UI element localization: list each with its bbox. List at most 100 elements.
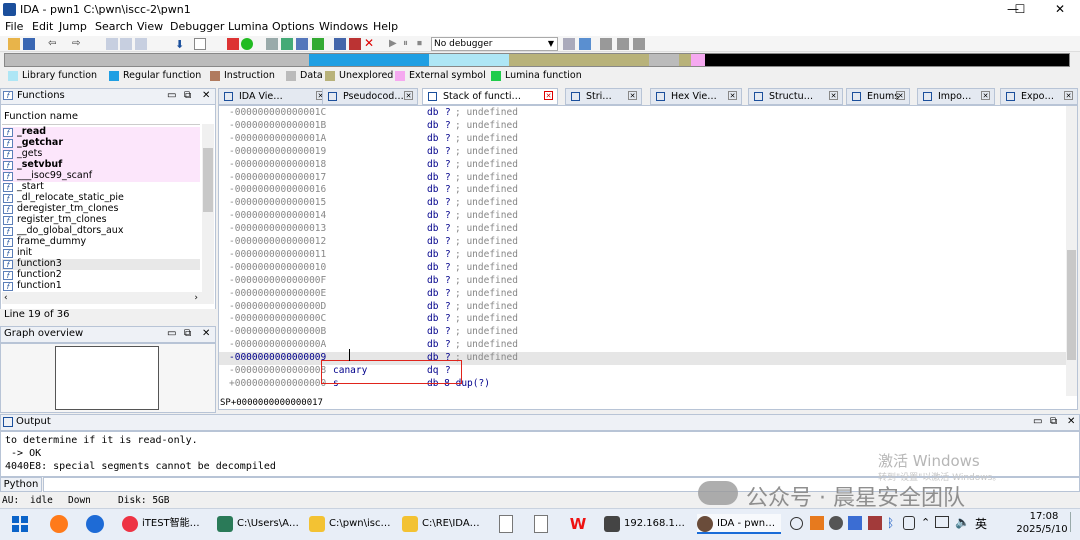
- menu-options[interactable]: Options: [272, 20, 314, 33]
- taskbar-item-pwn-folder[interactable]: C:\pwn\isc…: [309, 514, 393, 534]
- stop-debug-icon[interactable]: ⏹: [417, 38, 429, 50]
- stack-row[interactable]: -000000000000000A db? ; undefined: [219, 339, 1077, 352]
- panel-close-icon[interactable]: ✕: [202, 90, 210, 101]
- close-button[interactable]: ✕: [1040, 0, 1080, 19]
- taskbar-item-remote[interactable]: 192.168.1…: [604, 514, 688, 534]
- text-mode-icon[interactable]: [194, 38, 206, 50]
- step-out-icon[interactable]: [633, 38, 645, 50]
- graph-overview-viewport[interactable]: [55, 346, 159, 410]
- chevron-right-icon[interactable]: ›: [194, 292, 198, 304]
- panel-restore-icon[interactable]: ⧉: [184, 90, 191, 101]
- listing-scrollbar-thumb[interactable]: [1067, 250, 1076, 360]
- panel-close-icon[interactable]: ✕: [202, 328, 210, 339]
- script-icon[interactable]: [334, 38, 346, 50]
- tab-ida-view[interactable]: IDA Vie… ✕: [218, 88, 330, 105]
- stack-row[interactable]: -000000000000000F db? ; undefined: [219, 275, 1077, 288]
- tab-close-icon[interactable]: ✕: [544, 91, 553, 100]
- tab-close-icon[interactable]: ✕: [896, 91, 905, 100]
- panel-float-icon[interactable]: ▭: [1033, 416, 1042, 427]
- stop-icon[interactable]: [227, 38, 239, 50]
- forward-icon[interactable]: ⇨: [72, 38, 84, 50]
- stack-row[interactable]: -000000000000001A db? ; undefined: [219, 133, 1077, 146]
- firefox-icon[interactable]: [50, 515, 68, 533]
- refresh-icon[interactable]: [579, 38, 591, 50]
- taskbar-item-itest[interactable]: iTEST智能…: [122, 514, 207, 534]
- tab-hex-view[interactable]: Hex Vie… ✕: [650, 88, 742, 105]
- tray-chrome-icon[interactable]: [829, 516, 843, 530]
- panel-close-icon[interactable]: ✕: [1067, 416, 1075, 427]
- xref-icon[interactable]: [296, 38, 308, 50]
- menu-windows[interactable]: Windows: [319, 20, 368, 33]
- back-icon[interactable]: ⇦: [48, 38, 60, 50]
- menu-help[interactable]: Help: [373, 20, 398, 33]
- stack-row[interactable]: -0000000000000011 db? ; undefined: [219, 249, 1077, 262]
- tray-red-icon[interactable]: [868, 516, 882, 530]
- taskbar-item-terminal[interactable]: C:\Users\A…: [217, 514, 301, 534]
- stack-row[interactable]: -000000000000000E db? ; undefined: [219, 288, 1077, 301]
- volume-icon[interactable]: 🔈: [955, 515, 970, 529]
- tab-close-icon[interactable]: ✕: [628, 91, 637, 100]
- tab-imports[interactable]: Impo… ✕: [917, 88, 995, 105]
- tab-exports[interactable]: Expo… ✕: [1000, 88, 1078, 105]
- save-icon[interactable]: [23, 38, 35, 50]
- debugger-select[interactable]: No debugger ▼: [431, 37, 558, 51]
- stack-row[interactable]: -0000000000000010 db? ; undefined: [219, 262, 1077, 275]
- copy-icon[interactable]: [106, 38, 118, 50]
- paste-icon[interactable]: [120, 38, 132, 50]
- breakpoint-icon[interactable]: [349, 38, 361, 50]
- clipboard-icon[interactable]: [903, 516, 915, 530]
- panel-restore-icon[interactable]: ⧉: [1050, 416, 1057, 427]
- document-icon[interactable]: [534, 515, 548, 533]
- stack-row[interactable]: -0000000000000013 db? ; undefined: [219, 223, 1077, 236]
- stack-row[interactable]: -0000000000000017 db? ; undefined: [219, 172, 1077, 185]
- stack-row[interactable]: -000000000000001B db? ; undefined: [219, 120, 1077, 133]
- panel-restore-icon[interactable]: ⧉: [184, 328, 191, 339]
- stack-row[interactable]: -0000000000000014 db? ; undefined: [219, 210, 1077, 223]
- tab-structures[interactable]: Structu… ✕: [748, 88, 843, 105]
- step-into-icon[interactable]: [600, 38, 612, 50]
- function-row[interactable]: f function1: [2, 280, 200, 292]
- delete-icon[interactable]: ✕: [364, 37, 376, 50]
- tab-close-icon[interactable]: ✕: [829, 91, 838, 100]
- step-over-icon[interactable]: [617, 38, 629, 50]
- chevron-left-icon[interactable]: ‹: [4, 292, 8, 304]
- stack-row[interactable]: -000000000000000B db? ; undefined: [219, 326, 1077, 339]
- menu-file[interactable]: File: [5, 20, 23, 33]
- chevron-up-icon[interactable]: ⌃: [921, 516, 930, 529]
- down-arrow-icon[interactable]: ⬇: [175, 38, 187, 51]
- tab-close-icon[interactable]: ✕: [981, 91, 990, 100]
- graph-icon[interactable]: [266, 38, 278, 50]
- functions-hscrollbar[interactable]: ‹ ›: [2, 292, 214, 304]
- show-desktop-button[interactable]: [1070, 512, 1080, 532]
- bluetooth-icon[interactable]: ᛒ: [887, 516, 894, 530]
- run-icon[interactable]: [241, 38, 253, 50]
- tray-shield-icon[interactable]: [848, 516, 862, 530]
- taskbar-item-ida-folder[interactable]: C:\RE\IDA…: [402, 514, 486, 534]
- menu-view[interactable]: View: [137, 20, 163, 33]
- menu-search[interactable]: Search: [95, 20, 133, 33]
- cortana-icon[interactable]: [790, 517, 803, 530]
- plugin-icon[interactable]: [312, 38, 324, 50]
- stack-row[interactable]: -000000000000001C db? ; undefined: [219, 107, 1077, 120]
- python-button[interactable]: Python: [0, 477, 42, 492]
- wps-icon[interactable]: W: [568, 514, 588, 534]
- stack-row[interactable]: -0000000000000012 db? ; undefined: [219, 236, 1077, 249]
- tab-stack-of-function[interactable]: Stack of functi… ✕: [422, 88, 558, 105]
- clock-time[interactable]: 17:08: [1023, 511, 1065, 522]
- taskbar-item-ida[interactable]: IDA - pwn…: [697, 514, 781, 534]
- stack-row[interactable]: -0000000000000016 db? ; undefined: [219, 184, 1077, 197]
- tab-close-icon[interactable]: ✕: [728, 91, 737, 100]
- stack-row[interactable]: -0000000000000015 db? ; undefined: [219, 197, 1077, 210]
- flow-icon[interactable]: [281, 38, 293, 50]
- stack-row[interactable]: -0000000000000018 db? ; undefined: [219, 159, 1077, 172]
- maximize-button[interactable]: ☐: [1000, 0, 1040, 19]
- tab-enums[interactable]: Enums ✕: [846, 88, 910, 105]
- attach-icon[interactable]: [563, 38, 575, 50]
- tray-app-icon[interactable]: [810, 516, 824, 530]
- clock-date[interactable]: 2025/5/10: [1013, 524, 1071, 535]
- binary-icon[interactable]: [135, 38, 147, 50]
- tab-strings[interactable]: Stri… ✕: [565, 88, 642, 105]
- play-icon[interactable]: ▶: [389, 38, 401, 50]
- panel-float-icon[interactable]: ▭: [167, 90, 176, 101]
- menu-jump[interactable]: Jump: [59, 20, 87, 33]
